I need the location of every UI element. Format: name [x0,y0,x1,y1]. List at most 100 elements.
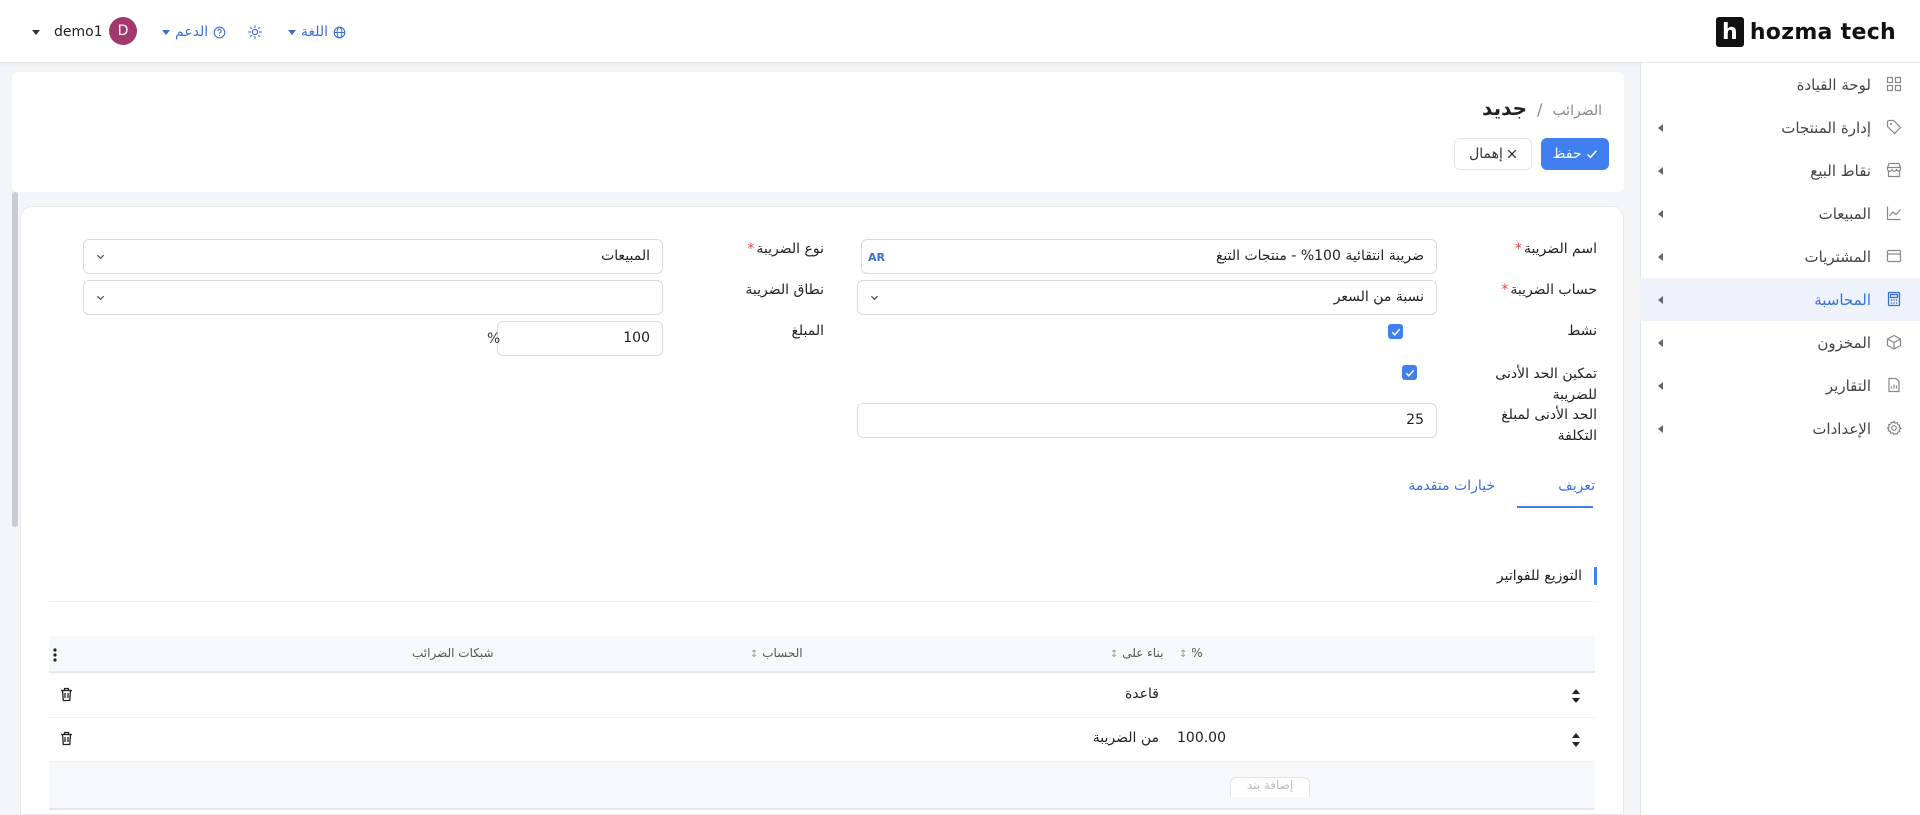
chevron-down-icon [288,29,296,35]
cell-percent[interactable]: 100.00 [1177,730,1226,746]
support-menu[interactable]: الدعم [162,20,226,44]
brand-name: hozma tech [1749,19,1896,45]
brand-mark-icon: h [1715,17,1744,47]
section-title: التوزيع للفواتير [1497,567,1597,585]
close-icon [1507,149,1517,159]
column-header-based-on[interactable]: بناء على ↕ [1110,646,1163,660]
column-options-icon[interactable] [53,648,57,662]
check-icon [1391,328,1400,336]
save-label: حفظ [1552,146,1582,162]
brand-logo[interactable]: h hozma tech [1715,16,1896,48]
drag-handle-icon[interactable] [1571,688,1581,704]
tax-computation-select[interactable]: نسبة من السعر [857,280,1437,315]
sidebar-item-settings[interactable]: الإعدادات [1640,407,1920,450]
sun-icon [248,25,262,39]
sidebar-item-label: المخزون [1817,333,1871,352]
trash-icon[interactable] [60,731,73,746]
discard-label: إهمال [1469,146,1503,162]
column-header-account[interactable]: الحساب ↕ [750,646,803,660]
avatar[interactable]: D [109,17,137,45]
save-button[interactable]: حفظ [1541,138,1609,170]
drag-handle-icon[interactable] [1571,732,1581,748]
active-tab-indicator [1517,506,1593,508]
expand-caret-icon [1658,382,1663,390]
page-header: الضرائب / جديد حفظ إهمال [12,72,1624,192]
translate-ar-button[interactable]: AR [868,251,885,264]
expand-caret-icon [1658,425,1663,433]
add-line-button[interactable]: إضافة بند [1230,777,1310,797]
tax-type-label: نوع الضريبة* [747,241,824,257]
amount-unit: % [487,331,501,347]
tax-scope-select[interactable] [83,280,663,315]
page-scrollbar[interactable] [12,192,18,527]
min-cost-label: الحد الأدنى لمبلغ التكلفة [1501,407,1597,444]
min-cost-input[interactable]: 25 [857,403,1437,438]
language-menu[interactable]: اللغة [288,20,346,44]
tax-type-value: المبيعات [601,248,650,264]
wallet-icon [1886,249,1902,263]
min-enabled-label: تمكين الحد الأدنى للضريبة [1495,366,1597,403]
section-accent-bar [1594,567,1597,585]
sidebar-item-label: لوحة القيادة [1796,75,1871,94]
discard-button[interactable]: إهمال [1454,138,1532,170]
cell-based-on[interactable]: قاعدة [1125,686,1159,702]
table-row[interactable]: 100.00 من الضريبة [49,718,1595,762]
tax-computation-label: حساب الضريبة* [1501,282,1597,298]
help-icon [213,26,226,38]
expand-caret-icon [1658,124,1663,132]
calculator-icon [1887,291,1901,307]
sidebar-item-purchases[interactable]: المشتريات [1640,235,1920,278]
expand-caret-icon [1658,253,1663,261]
expand-caret-icon [1658,167,1663,175]
theme-toggle[interactable] [248,20,262,44]
sidebar: لوحة القيادة إدارة المنتجات نقاط البيع ا… [1640,63,1920,815]
sidebar-item-label: الإعدادات [1812,419,1871,438]
tax-name-value: ضريبة انتقائية 100% - منتجات التبغ [1215,248,1424,264]
sidebar-item-reports[interactable]: التقارير [1640,364,1920,407]
support-label: الدعم [175,24,209,40]
dashboard-icon [1886,76,1902,92]
sidebar-item-dashboard[interactable]: لوحة القيادة [1640,63,1920,106]
chevron-down-icon [32,29,40,35]
cell-based-on[interactable]: من الضريبة [1093,730,1159,746]
sidebar-item-label: المحاسبة [1814,290,1871,309]
tax-computation-value: نسبة من السعر [1333,289,1424,305]
table-header: % ↕ بناء على ↕ الحساب ↕ شبكات الضرائب [49,636,1595,673]
tax-scope-label: نطاق الضريبة [745,282,824,298]
table-row[interactable]: قاعدة [49,674,1595,718]
page-title: جديد [1482,96,1528,120]
box-icon [1886,334,1902,350]
tax-type-select[interactable]: المبيعات [83,239,663,274]
sidebar-item-pos[interactable]: نقاط البيع [1640,149,1920,192]
column-header-tax-grids[interactable]: شبكات الضرائب [412,646,494,660]
sort-icon: ↕ [750,649,759,660]
tab-definition[interactable]: تعريف [1558,478,1595,494]
globe-icon [333,26,346,38]
tax-form: اسم الضريبة* حساب الضريبة* نشط تمكين الح… [20,206,1624,815]
sidebar-item-inventory[interactable]: المخزون [1640,321,1920,364]
chevron-down-icon [96,254,105,260]
username: demo1 [54,24,103,40]
active-checkbox[interactable] [1388,324,1403,339]
tab-advanced-options[interactable]: خيارات متقدمة [1408,478,1495,494]
expand-caret-icon [1658,339,1663,347]
gear-icon [1886,420,1902,436]
check-icon [1405,369,1414,377]
sidebar-item-products[interactable]: إدارة المنتجات [1640,106,1920,149]
expand-caret-icon [1658,296,1663,304]
chart-icon [1886,206,1901,221]
trash-icon[interactable] [60,687,73,702]
sidebar-item-accounting[interactable]: المحاسبة [1640,278,1920,321]
column-header-percent[interactable]: % ↕ [1179,646,1203,660]
sidebar-item-sales[interactable]: المبيعات [1640,192,1920,235]
amount-input[interactable]: 100 [497,321,663,356]
table-footer: إضافة بند [49,762,1595,810]
min-enabled-checkbox[interactable] [1402,365,1417,380]
breadcrumb-taxes-link[interactable]: الضرائب [1552,103,1602,119]
section-title-text: التوزيع للفواتير [1496,568,1582,584]
min-cost-value: 25 [1406,412,1424,428]
section-divider [49,601,1595,602]
user-menu[interactable]: demo1 [32,20,103,44]
amount-label: المبلغ [791,323,824,339]
tax-name-input[interactable]: ضريبة انتقائية 100% - منتجات التبغ AR [861,239,1437,274]
